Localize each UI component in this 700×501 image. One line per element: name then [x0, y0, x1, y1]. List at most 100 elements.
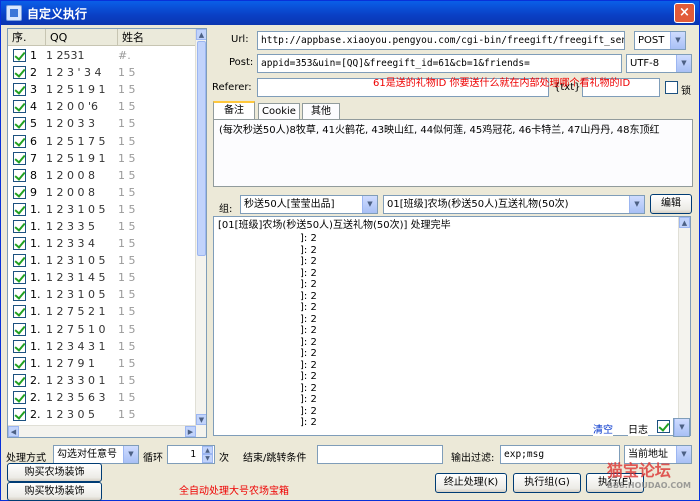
- list-item[interactable]: 1. 1 2 7 5 2 1 1 5: [8, 303, 196, 320]
- log-line: ]: 2: [300, 279, 317, 290]
- row-name: 1 5: [118, 219, 136, 233]
- list-item[interactable]: 1. 1 2 7 5 1 0 1 5: [8, 321, 196, 338]
- list-header: 序. QQ 姓名: [8, 29, 196, 46]
- stepper-down-icon[interactable]: ▼: [202, 454, 213, 463]
- scroll-right-icon[interactable]: ▶: [185, 426, 196, 437]
- row-checkbox[interactable]: [13, 219, 26, 233]
- list-horizontal-scrollbar[interactable]: ◀ ▶: [8, 425, 196, 437]
- list-item[interactable]: 1. 1 2 3 1 0 5 1 5: [8, 252, 196, 269]
- end-condition-label: 结束/跳转条件: [243, 453, 307, 464]
- log-line: ]: 2: [300, 359, 317, 371]
- chevron-down-icon[interactable]: ▼: [674, 419, 689, 436]
- list-item[interactable]: 2 1 2 3 ' 3 4 1 5: [8, 64, 196, 81]
- close-button[interactable]: ×: [674, 3, 695, 23]
- list-item[interactable]: 6 1 2 5 1 7 5 1 5: [8, 132, 196, 149]
- scroll-up-icon[interactable]: ▲: [679, 217, 690, 228]
- row-checkbox[interactable]: [13, 83, 26, 97]
- chevron-down-icon[interactable]: ▼: [629, 196, 644, 213]
- list-item[interactable]: 2. 1 2 3 5 6 3 1 5: [8, 389, 196, 406]
- row-checkbox[interactable]: [13, 168, 26, 182]
- group-select[interactable]: 秒送50人[莹莹出品] ▼: [240, 195, 378, 214]
- row-checkbox[interactable]: [13, 408, 26, 422]
- row-checkbox[interactable]: [13, 100, 26, 114]
- list-item[interactable]: 1. 1 2 3 3 4 1 5: [8, 235, 196, 252]
- list-item[interactable]: 1. 1 2 3 1 4 5 1 5: [8, 269, 196, 286]
- chevron-down-icon[interactable]: ▼: [676, 55, 691, 72]
- encoding-select[interactable]: UTF-8 ▼: [626, 54, 692, 73]
- url-input[interactable]: http://appbase.xiaoyou.pengyou.com/cgi-b…: [257, 31, 625, 50]
- run-group-button[interactable]: 执行组(G): [513, 473, 581, 493]
- clear-link[interactable]: 清空: [593, 421, 613, 436]
- row-checkbox[interactable]: [13, 117, 26, 131]
- method-select[interactable]: POST ▼: [634, 31, 686, 50]
- tab-remark[interactable]: 备注: [213, 101, 255, 120]
- row-checkbox[interactable]: [13, 254, 26, 268]
- end-condition-input[interactable]: [317, 445, 443, 464]
- list-item[interactable]: 8 1 2 0 0 8 1 5: [8, 167, 196, 184]
- scroll-down-icon[interactable]: ▼: [196, 414, 206, 425]
- edit-button[interactable]: 编辑: [650, 194, 692, 214]
- row-checkbox[interactable]: [13, 339, 26, 353]
- row-number: 1.: [30, 339, 41, 353]
- log-line: ]: 2: [300, 244, 317, 256]
- col-header-qq[interactable]: QQ: [46, 29, 118, 46]
- list-item[interactable]: 7 1 2 5 1 9 1 1 5: [8, 150, 196, 167]
- list-item[interactable]: 9 1 2 0 0 8 1 5: [8, 184, 196, 201]
- scroll-left-icon[interactable]: ◀: [8, 426, 19, 437]
- list-item[interactable]: 2. 1 2 3 0 5 1 5: [8, 406, 196, 423]
- log-output[interactable]: [01[班级]农场(秒送50人)互送礼物(50次)] 处理完毕 ]: 2]: 2…: [213, 216, 691, 436]
- scroll-up-icon[interactable]: ▲: [196, 29, 206, 40]
- chevron-down-icon[interactable]: ▼: [123, 446, 138, 463]
- row-checkbox[interactable]: [13, 390, 26, 404]
- qq-list[interactable]: 序. QQ 姓名 1 1 2531 #. 2 1 2 3 ' 3 4 1 5 3 1 2 5 …: [7, 28, 207, 438]
- row-checkbox[interactable]: [13, 237, 26, 251]
- row-checkbox[interactable]: [13, 202, 26, 216]
- post-label: Post:: [229, 57, 254, 68]
- log-dropdown[interactable]: ▼: [673, 418, 690, 437]
- list-item[interactable]: 1. 1 2 3 3 5 1 5: [8, 218, 196, 235]
- buy-ranch-decor-button[interactable]: 购买牧场装饰: [7, 482, 102, 501]
- buy-farm-decor-button[interactable]: 购买农场装饰: [7, 463, 102, 482]
- row-checkbox[interactable]: [13, 49, 26, 63]
- list-item[interactable]: 5 1 2 0 3 3 1 5: [8, 115, 196, 132]
- task-select[interactable]: 01[班级]农场(秒送50人)互送礼物(50次) ▼: [383, 195, 645, 214]
- encoding-value: UTF-8: [630, 58, 660, 69]
- list-item[interactable]: 3 1 2 5 1 9 1 1 5: [8, 81, 196, 98]
- post-input[interactable]: appid=353&uin=[QQ]&freegift_id=61&cb=1&f…: [257, 54, 622, 73]
- list-item[interactable]: 1. 1 2 3 1 0 5 1 5: [8, 286, 196, 303]
- title-bar[interactable]: 自定义执行 ×: [1, 1, 699, 25]
- list-item[interactable]: 1. 1 2 7 9 11 5: [8, 355, 196, 372]
- row-checkbox[interactable]: [13, 305, 26, 319]
- col-header-name[interactable]: 姓名: [118, 29, 196, 46]
- log-checkbox[interactable]: [657, 420, 670, 433]
- log-scrollbar[interactable]: ▲ ▼: [678, 217, 690, 435]
- row-checkbox[interactable]: [13, 322, 26, 336]
- scroll-thumb[interactable]: [197, 41, 206, 256]
- row-qq: 1 2 3 ' 3 4: [46, 66, 102, 80]
- row-checkbox[interactable]: [13, 271, 26, 285]
- row-checkbox[interactable]: [13, 185, 26, 199]
- col-header-num[interactable]: 序.: [8, 29, 46, 46]
- row-name: 1 5: [118, 168, 136, 182]
- row-checkbox[interactable]: [13, 134, 26, 148]
- list-item[interactable]: 2. 1 2 3 3 0 1 1 5: [8, 372, 196, 389]
- row-checkbox[interactable]: [13, 288, 26, 302]
- mode-select[interactable]: 勾选对任意号 ▼: [53, 445, 139, 464]
- chevron-down-icon[interactable]: ▼: [670, 32, 685, 49]
- row-checkbox[interactable]: [13, 373, 26, 387]
- chevron-down-icon[interactable]: ▼: [362, 196, 377, 213]
- stop-button[interactable]: 终止处理(K): [435, 473, 507, 493]
- row-checkbox[interactable]: [13, 66, 26, 80]
- stepper-up-icon[interactable]: ▲: [202, 446, 213, 454]
- row-checkbox[interactable]: [13, 151, 26, 165]
- row-checkbox[interactable]: [13, 356, 26, 370]
- list-item[interactable]: 4 1 2 0 0 '6 1 5: [8, 98, 196, 115]
- list-item[interactable]: 1. 1 2 3 1 0 5 1 5: [8, 201, 196, 218]
- output-filter-input[interactable]: exp;msg: [500, 445, 620, 464]
- remark-text[interactable]: (每次秒送50人)8牧草, 41火鹤花, 43映山红, 44似何莲, 45鸡冠花…: [219, 124, 679, 137]
- list-rows: 11 2531 #. 2 1 2 3 ' 3 41 531 2 5 1 9 11 54…: [8, 47, 196, 437]
- row-qq: 1 2 3 1 4 5: [46, 271, 106, 285]
- list-item[interactable]: 1. 1 2 3 4 3 1 1 5: [8, 338, 196, 355]
- list-item[interactable]: 1 1 2531 #.: [8, 47, 196, 64]
- list-vertical-scrollbar[interactable]: ▲ ▼: [195, 29, 206, 437]
